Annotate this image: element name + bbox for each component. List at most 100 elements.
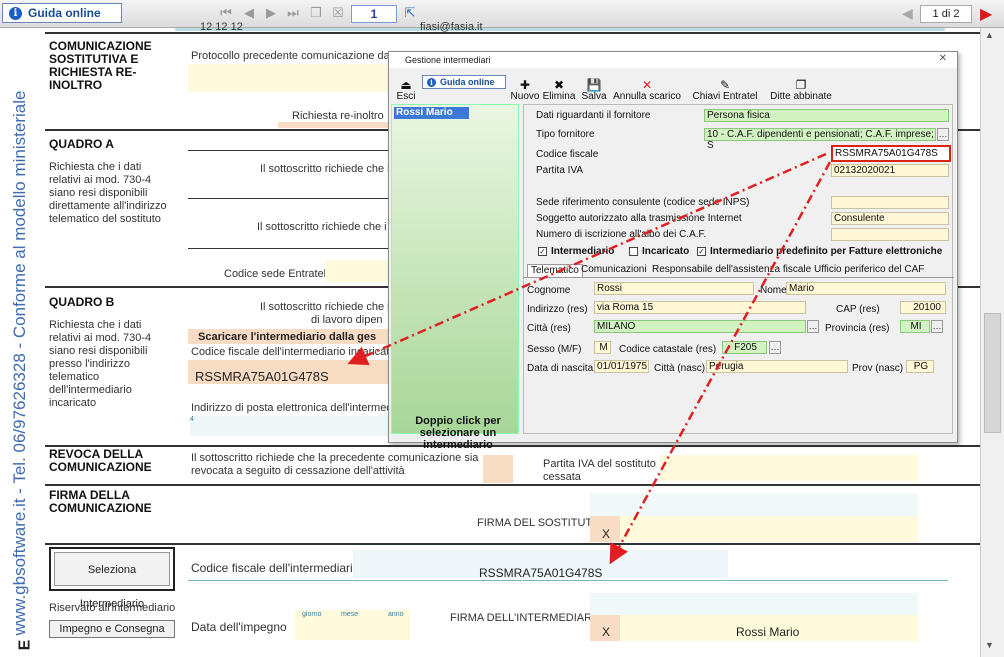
exit-icon: ⏏ xyxy=(400,78,412,92)
codice-fiscale-field[interactable]: RSSMRA75A01G478S xyxy=(831,145,951,162)
incaricato-checkbox[interactable] xyxy=(629,247,638,256)
revoca-text: Il sottoscritto richiede che la preceden… xyxy=(191,452,479,477)
sidebar: www.gbsoftware.it - Tel. 06/97626328 - C… xyxy=(0,28,45,657)
salva-button[interactable]: 💾 Salva xyxy=(579,74,609,102)
detail-panel: Dati riguardanti il fornitore Persona fi… xyxy=(523,104,954,434)
close-icon[interactable]: ✕ xyxy=(939,53,947,64)
scroll-down-icon[interactable]: ▼ xyxy=(985,640,994,650)
top-toolbar: i Guida online ⏮ ◀ ▶ ⏭ ❐ ☒ 1 ⇱ ◀ 1 di 2 … xyxy=(0,0,1004,28)
esci-button[interactable]: ⏏ Esci xyxy=(393,74,419,102)
tab-comunicazioni[interactable]: Comunicazioni xyxy=(581,264,647,276)
data-impegno-label: Data dell'impegno xyxy=(191,620,287,634)
firma-sostituto-label: FIRMA DEL SOSTITUTO xyxy=(477,517,601,529)
prev-module-icon[interactable]: ◀ xyxy=(902,5,913,22)
codice-sede-field[interactable] xyxy=(325,260,388,282)
tipo-fornitore-select[interactable]: 10 - C.A.F. dipendenti e pensionati; C.A… xyxy=(704,128,936,151)
guida-online-button[interactable]: i Guida online xyxy=(2,3,122,23)
quadro-b-line1b: di lavoro dipen xyxy=(311,314,383,326)
window-icon: ❐ xyxy=(795,78,807,92)
tab-responsabile[interactable]: Responsabile dell'assistenza fiscale xyxy=(652,264,811,276)
protocollo-label: Protocollo precedente comunicazione da s… xyxy=(191,50,405,62)
quadro-b-text: Richiesta che i dati relativi ai mod. 73… xyxy=(49,319,152,409)
soggetto-autorizzato-field[interactable]: Consulente xyxy=(831,212,949,225)
catastale-button[interactable]: … xyxy=(769,341,781,354)
new-icon: ✚ xyxy=(519,78,531,92)
dialog-guida-button[interactable]: i Guida online xyxy=(422,75,506,89)
firma-sostituto-x: X xyxy=(602,527,611,541)
info-icon: i xyxy=(427,77,436,87)
quadro-b-title: QUADRO B xyxy=(49,295,115,309)
tipo-fornitore-button[interactable]: … xyxy=(937,128,949,141)
firma-intermediario-label: FIRMA DELL'INTERMEDIARIO xyxy=(450,612,604,624)
page-number-field[interactable]: 1 xyxy=(351,5,397,23)
first-page-icon[interactable]: ⏮ xyxy=(218,5,234,21)
cognome-field[interactable]: Rossi xyxy=(594,282,754,295)
citta-nascita-field[interactable]: Perugia xyxy=(706,360,848,373)
protocollo-field[interactable] xyxy=(188,64,388,92)
indirizzo-field[interactable]: via Roma 15 xyxy=(594,301,806,314)
riservato-label: Riservato all'intermediario xyxy=(49,602,176,614)
intermediari-list[interactable]: Rossi Mario Doppio click per selezionare… xyxy=(391,104,519,451)
key-icon: ✎ xyxy=(719,78,731,92)
cf-incaricato-value: RSSMRA75A01G478S xyxy=(195,369,329,384)
next-page-icon[interactable]: ▶ xyxy=(263,5,279,21)
info-icon: i xyxy=(9,6,22,20)
predefinito-checkbox[interactable]: ✓ xyxy=(697,247,706,256)
copy-page-icon[interactable]: ❐ xyxy=(308,5,324,21)
ditte-abbinate-button[interactable]: ❐ Ditte abbinate xyxy=(765,74,837,102)
citta-button[interactable]: … xyxy=(807,320,819,333)
nuovo-button[interactable]: ✚ Nuovo xyxy=(510,74,540,102)
firma-intermediario-name: Rossi Mario xyxy=(736,625,800,639)
nome-field[interactable]: Mario xyxy=(786,282,946,295)
cf-incaricato-label: Codice fiscale dell'intermediario incari… xyxy=(191,346,396,358)
next-module-icon[interactable]: ▶ xyxy=(980,4,992,24)
citta-field[interactable]: MILANO xyxy=(594,320,806,333)
sesso-field[interactable]: M xyxy=(594,341,611,354)
cf-intermediario-label: Codice fiscale dell'intermediario xyxy=(191,561,360,575)
prev-page-icon[interactable]: ◀ xyxy=(241,5,257,21)
quadro-a-title: QUADRO A xyxy=(49,137,114,151)
tab-ufficio[interactable]: Ufficio periferico del CAF xyxy=(814,264,924,276)
partita-iva-field[interactable]: 02132020021 xyxy=(831,164,949,177)
gestione-intermediari-dialog: Gestione intermediari ✕ ⏏ Esci i Guida onl… xyxy=(388,51,958,451)
last-page-icon[interactable]: ⏭ xyxy=(285,5,301,21)
list-hint: Doppio click per selezionare un intermed… xyxy=(415,415,501,451)
revoca-title: REVOCA DELLA COMUNICAZIONE xyxy=(49,447,152,474)
provincia-field[interactable]: MI xyxy=(900,320,930,333)
tab-telematico[interactable]: Telematico xyxy=(527,264,583,277)
provincia-button[interactable]: … xyxy=(931,320,943,333)
chiavi-entratel-button[interactable]: ✎ Chiavi Entratel xyxy=(689,74,761,102)
delete-page-icon[interactable]: ☒ xyxy=(330,5,346,21)
save-icon: 💾 xyxy=(586,78,602,92)
numero-albo-field[interactable] xyxy=(831,228,949,241)
intermediario-checkbox[interactable]: ✓ xyxy=(538,247,547,256)
impegno-consegna-button[interactable]: Impegno e Consegna xyxy=(49,620,175,638)
pages-indicator: 1 di 2 xyxy=(920,5,972,23)
pec-label: Indirizzo di posta elettronica dell'inte… xyxy=(191,402,401,414)
firma-sostituto-field[interactable] xyxy=(620,516,918,542)
scroll-up-icon[interactable]: ▲ xyxy=(985,30,994,40)
pec-field[interactable]: 4 xyxy=(190,416,390,436)
vertical-scrollbar[interactable]: ▲ ▼ xyxy=(980,28,1004,657)
scroll-thumb[interactable] xyxy=(984,313,1001,433)
annulla-scarico-button[interactable]: ✕ Annulla scarico xyxy=(612,74,682,102)
quadro-b-line1: Il sottoscritto richiede che i xyxy=(260,301,390,313)
dati-fornitore-select[interactable]: Persona fisica xyxy=(704,109,949,122)
quadro-a-line2: Il sottoscritto richiede che i xyxy=(257,221,387,233)
list-item[interactable]: Rossi Mario xyxy=(394,107,469,119)
codice-catastale-field[interactable]: F205 xyxy=(722,341,767,354)
revoca-checkbox[interactable] xyxy=(483,455,513,483)
firma-intermediario-x: X xyxy=(602,625,611,639)
prov-nascita-field[interactable]: PG xyxy=(906,360,934,373)
goto-page-icon[interactable]: ⇱ xyxy=(402,5,418,21)
elimina-button[interactable]: ✖ Elimina xyxy=(542,74,576,102)
data-nascita-field[interactable]: 01/01/1975 xyxy=(594,360,649,373)
delete-icon: ✖ xyxy=(553,78,565,92)
piva-cessata-field[interactable] xyxy=(660,455,918,481)
sidebar-letter: E xyxy=(16,639,34,651)
sede-inps-field[interactable] xyxy=(831,196,949,209)
seleziona-intermediario-button[interactable]: Seleziona Intermediario xyxy=(54,552,170,610)
scaricare-link[interactable]: Scaricare l'intermediario dalla ges xyxy=(198,331,376,343)
section-title: COMUNICAZIONE SOSTITUTIVA E RICHIESTA RE… xyxy=(49,39,152,92)
cap-field[interactable]: 20100 xyxy=(900,301,946,314)
